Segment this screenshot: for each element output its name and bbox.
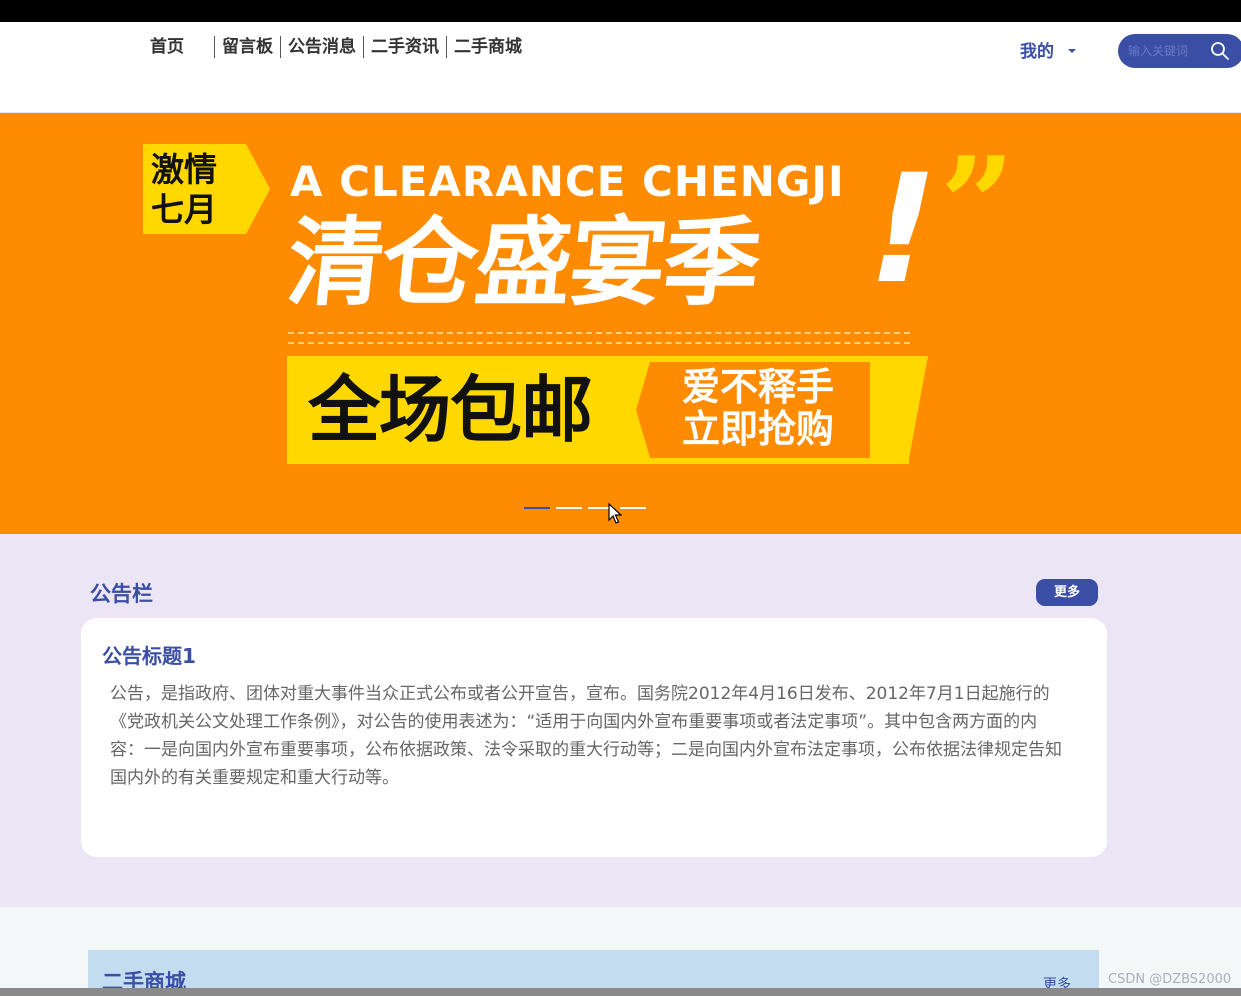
nav-item-home[interactable]: 首页 <box>138 36 214 58</box>
search-box <box>1118 34 1241 68</box>
notice-more-button[interactable]: 更多 <box>1036 579 1098 606</box>
user-menu[interactable]: 我的 <box>1020 37 1076 62</box>
banner-quote-mark: ” <box>940 128 1015 281</box>
horizontal-scrollbar[interactable] <box>0 988 1241 996</box>
nav-item-message-board[interactable]: 留言板 <box>215 36 280 58</box>
banner-title: 清仓盛宴季 <box>282 207 764 319</box>
banner-badge-arrow <box>246 144 270 234</box>
mouse-pointer-icon <box>608 502 623 529</box>
carousel-indicator[interactable] <box>620 507 646 509</box>
notice-card-body: 公告，是指政府、团体对重大事件当众正式公布或者公开宣告，宣布。国务院2012年4… <box>110 684 1062 788</box>
carousel-indicator[interactable] <box>524 507 550 509</box>
notice-section-title: 公告栏 <box>90 582 153 606</box>
nav-item-mall[interactable]: 二手商城 <box>447 36 529 58</box>
notice-card-title[interactable]: 公告标题1 <box>102 640 196 669</box>
nav-item-announcements[interactable]: 公告消息 <box>281 36 363 58</box>
watermark: CSDN @DZBS2000 <box>1108 972 1232 987</box>
chevron-down-icon <box>1068 48 1076 53</box>
carousel-indicators <box>524 507 646 509</box>
banner-badge-text: 激情七月 <box>151 150 217 229</box>
banner-subtitle: A CLEARANCE CHENGJI <box>290 157 845 206</box>
banner-divider <box>288 332 910 344</box>
search-icon[interactable] <box>1210 41 1230 65</box>
nav-item-news[interactable]: 二手资讯 <box>364 36 446 58</box>
user-menu-label: 我的 <box>1020 42 1054 62</box>
browser-top-bar <box>0 0 1241 22</box>
carousel-indicator[interactable] <box>556 507 582 509</box>
banner-tag-notch <box>636 362 650 458</box>
main-nav: 首页 留言板 公告消息 二手资讯 二手商城 <box>138 36 529 58</box>
banner-tag-text: 爱不释手立即抢购 <box>682 365 835 451</box>
search-input[interactable] <box>1128 42 1208 60</box>
banner-promo-bar-tail <box>908 356 928 464</box>
banner-promo-text: 全场包邮 <box>308 368 593 452</box>
